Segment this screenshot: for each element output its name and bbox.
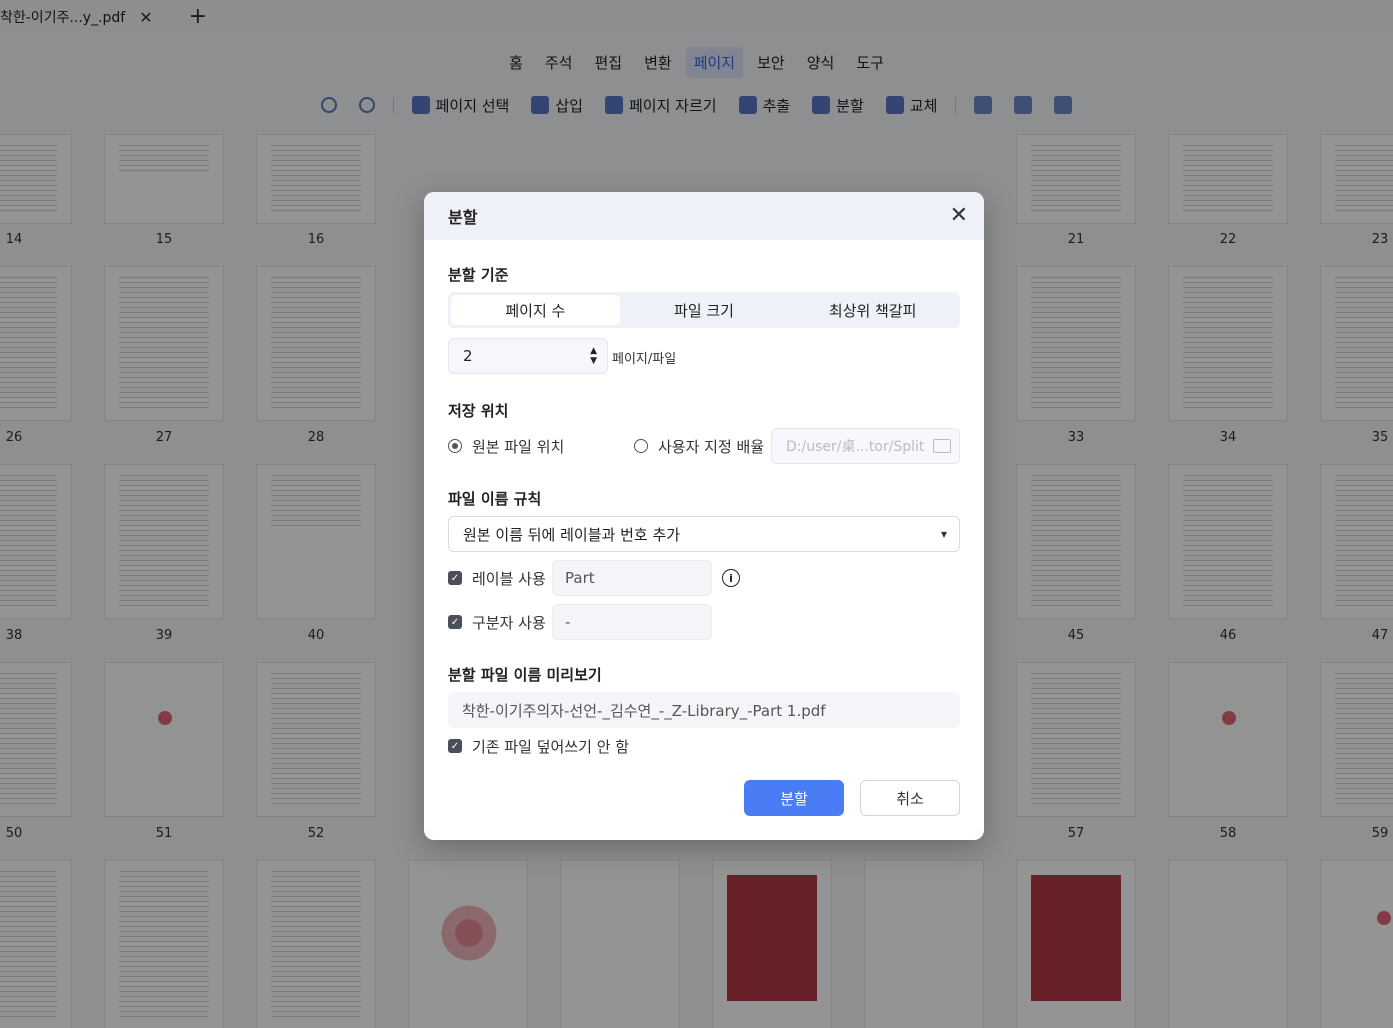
use-label-checkbox[interactable]: ✓ [448, 571, 462, 585]
cancel-button[interactable]: 취소 [860, 780, 960, 816]
split-dialog: 분할 ✕ 분할 기준 페이지 수 파일 크기 최상위 책갈피 2 ▲ ▼ 페이지… [424, 192, 984, 840]
save-location-title: 저장 위치 [448, 402, 509, 420]
label-input[interactable]: Part [552, 560, 712, 596]
custom-path-field[interactable]: D:/user/桌...tor/Split [771, 428, 960, 464]
pages-per-file-unit: 페이지/파일 [612, 352, 677, 367]
use-separator-checkbox[interactable]: ✓ [448, 615, 462, 629]
no-overwrite-label: 기존 파일 덮어쓰기 안 함 [472, 737, 630, 756]
filename-rule-select[interactable]: 원본 이름 뒤에 레이블과 번호 추가 ▾ [448, 516, 960, 552]
separator-input[interactable]: - [552, 604, 712, 640]
increment-icon[interactable]: ▲ [590, 346, 597, 356]
criteria-top-bookmark[interactable]: 최상위 책갈피 [788, 295, 957, 325]
filename-preview: 착한-이기주의자-선언-_김수연_-_Z-Library_-Part 1.pdf [448, 692, 960, 728]
use-label-row: ✓ 레이블 사용 Part i [448, 560, 740, 596]
radio-dot [634, 439, 648, 453]
criteria-file-size[interactable]: 파일 크기 [620, 295, 789, 325]
use-separator-text: 구분자 사용 [472, 613, 546, 632]
dialog-header: 분할 ✕ [424, 192, 984, 240]
radio-custom-location[interactable]: 사용자 지정 배율 [634, 436, 764, 457]
no-overwrite-checkbox[interactable]: ✓ [448, 739, 462, 753]
split-confirm-button[interactable]: 분할 [744, 780, 844, 816]
folder-icon[interactable] [933, 439, 951, 453]
pages-per-file-value: 2 [463, 347, 473, 365]
preview-title: 분할 파일 이름 미리보기 [448, 666, 602, 684]
no-overwrite-row: ✓ 기존 파일 덮어쓰기 안 함 [448, 728, 629, 764]
split-criteria-title: 분할 기준 [448, 266, 509, 284]
use-label-text: 레이블 사용 [472, 569, 546, 588]
dialog-title: 분할 [448, 208, 478, 227]
pages-per-file-stepper[interactable]: 2 ▲ ▼ [448, 338, 608, 374]
radio-original-location[interactable]: 원본 파일 위치 [448, 436, 634, 457]
close-icon[interactable]: ✕ [950, 205, 968, 227]
custom-path-value: D:/user/桌...tor/Split [786, 439, 925, 455]
use-separator-row: ✓ 구분자 사용 - [448, 604, 712, 640]
chevron-down-icon: ▾ [940, 527, 947, 541]
radio-original-location-label: 원본 파일 위치 [472, 437, 565, 456]
radio-custom-location-label: 사용자 지정 배율 [658, 437, 765, 456]
criteria-page-count[interactable]: 페이지 수 [451, 295, 620, 325]
split-criteria-selector: 페이지 수 파일 크기 최상위 책갈피 [448, 292, 960, 328]
stepper-arrows[interactable]: ▲ ▼ [590, 346, 597, 366]
decrement-icon[interactable]: ▼ [590, 356, 597, 366]
info-icon[interactable]: i [722, 569, 740, 587]
radio-dot-selected [448, 439, 462, 453]
filename-rule-value: 원본 이름 뒤에 레이블과 번호 추가 [463, 525, 681, 544]
filename-rule-title: 파일 이름 규칙 [448, 490, 542, 508]
